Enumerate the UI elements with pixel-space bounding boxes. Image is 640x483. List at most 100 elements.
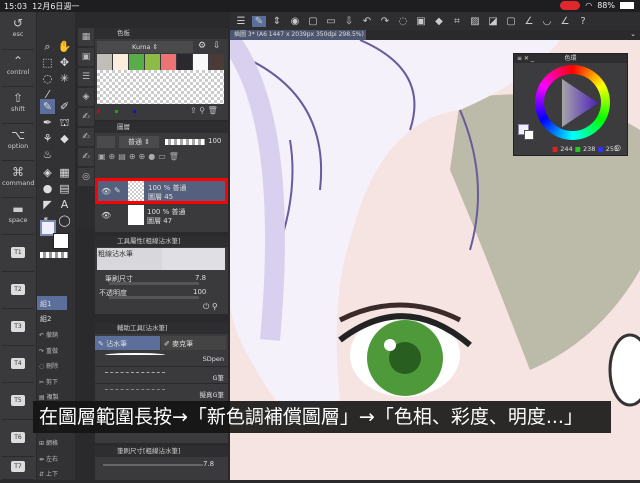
color-swatch[interactable] [161,54,176,70]
clear-icon[interactable]: ▨ [468,16,482,27]
swatch-action-icons[interactable]: ⇪ ⚲ 🗑 [190,106,218,115]
layer-action-icons[interactable]: ▣⊕▤⊕⊕●▭🗑 [98,152,182,161]
import-icon[interactable]: ⇩ [213,41,221,51]
transparent-color-swatch[interactable] [40,252,68,258]
zoom-tool-icon[interactable]: ⌕ [40,39,55,54]
brush-settings-icon-3[interactable]: ✍ [78,148,94,166]
space-key[interactable]: ▬ space [2,198,34,235]
brush-item[interactable]: 擬真G筆 [95,385,228,401]
color-swatch[interactable] [193,54,208,70]
color-swatch[interactable] [209,54,224,70]
brush-size-slider[interactable] [109,282,199,285]
saturation-triangle[interactable] [535,65,610,140]
brush-settings-icon-2[interactable]: ✍ [78,128,94,146]
brush-size-value[interactable]: 7.8 [203,460,214,468]
eraser-icon[interactable]: ◆ [57,131,72,146]
t7-key[interactable]: T7 [2,457,34,480]
eye-icon[interactable]: 👁 [101,211,111,220]
sub-color-swatch[interactable] [524,130,534,140]
pen-tool-icon[interactable]: ✎ [40,99,55,114]
lasso-tool-icon[interactable]: ◌ [40,71,55,86]
hue-ring[interactable] [535,65,610,140]
fill-icon[interactable]: ◈ [40,165,55,180]
sub-view-icon[interactable]: ▣ [78,48,94,66]
esc-key[interactable]: ↺ esc [2,12,34,50]
save-icon[interactable]: ⇩ [342,16,356,27]
color-swatch[interactable] [177,54,192,70]
chevron-down-icon[interactable]: ⌄ [630,30,636,38]
group-1[interactable]: 組1 [37,296,67,310]
pen-ruler-icon[interactable]: ∠ [558,16,572,27]
figure-icon[interactable]: ● [40,181,55,196]
gradient-icon[interactable]: ▦ [57,165,72,180]
redo-icon[interactable]: ↷ [378,16,392,27]
cut-command[interactable]: ✂ 剪下 [39,375,59,391]
opacity-slider[interactable] [165,139,205,145]
blend-mode-select[interactable]: 普通 ⇕ [119,136,159,148]
frame-icon[interactable]: ▤ [57,181,72,196]
layer-color-select[interactable] [97,136,115,148]
layers-icon[interactable]: ◈ [78,88,94,106]
undo-icon[interactable]: ↶ [360,16,374,27]
document-tab[interactable]: 插圖 3* (A6 1447 x 2039px 350dpi 298.5%) [230,30,366,40]
sub-color-swatch[interactable] [53,233,69,249]
companion-icon[interactable]: ◉ [288,16,302,27]
color-swatch[interactable] [113,54,128,70]
hand-tool-icon[interactable]: ✋ [57,39,72,54]
pencil-tool-icon[interactable]: ✐ [57,99,72,114]
shift-key[interactable]: ⇧ shift [2,87,34,124]
t1-key[interactable]: T1 [2,235,34,272]
layer-property-icon[interactable]: ☰ [78,68,94,86]
magic-wand-icon[interactable]: ✳ [57,71,72,86]
airbrush-icon[interactable]: ⛫ [57,115,72,130]
copy-icon[interactable]: ▣ [414,16,428,27]
help-icon[interactable]: ? [576,16,590,27]
text-icon[interactable]: A [57,197,72,212]
move-tool-icon[interactable]: ✥ [57,55,72,70]
brush-tool-icon[interactable]: ✒ [40,115,55,130]
tone-icon[interactable]: ◪ [486,16,500,27]
toggle-icon[interactable]: ⇕ [270,16,284,27]
tab-layer[interactable]: 圖層 [95,122,228,133]
blend-tool-icon[interactable]: ♨ [40,147,55,162]
deselect-icon[interactable]: ◌ [396,16,410,27]
mesh-command[interactable]: ⊞ 網格 [39,436,59,452]
delete-command[interactable]: ◌ 刪除 [39,359,59,375]
color-swatch[interactable] [97,54,112,70]
decoration-icon[interactable]: ⚘ [40,131,55,146]
brush-item[interactable]: SDpen [95,351,228,367]
t3-key[interactable]: T3 [2,309,34,346]
fill-icon[interactable]: ◆ [432,16,446,27]
option-key[interactable]: ⌥ option [2,124,34,161]
layer-row[interactable]: 👁 100 % 普通 圖層 47 [95,205,228,229]
t2-key[interactable]: T2 [2,272,34,309]
flip-horizontal-command[interactable]: ⇹ 左右 [39,452,59,468]
material-icon[interactable]: ◎ [78,168,94,186]
color-swatch[interactable] [145,54,160,70]
opacity-slider[interactable] [109,296,199,299]
navigator-icon[interactable]: ▦ [78,28,94,46]
tab-color-set[interactable]: 色板 [95,28,228,39]
brush-item[interactable]: G筆 [95,368,228,384]
layer-row-selected[interactable]: 👁 ✎ 100 % 普通 圖層 45 [95,178,228,204]
color-swatch[interactable] [129,54,144,70]
border-icon[interactable]: ▢ [504,16,518,27]
layer-opacity[interactable]: 100 [208,137,221,145]
smooth-icon[interactable]: ◡ [540,16,554,27]
open-icon[interactable]: ▭ [324,16,338,27]
wrench-icon[interactable]: ⏻ ⚲ [203,302,218,312]
balloon-icon[interactable]: ◯ [57,213,72,228]
color-set-select[interactable]: Kuma ⇕ [97,41,193,53]
t6-key[interactable]: T6 [2,420,34,457]
t4-key[interactable]: T4 [2,346,34,383]
group-2[interactable]: 組2 [37,311,67,325]
t5-key[interactable]: T5 [2,383,34,420]
ruler-icon[interactable]: ◤ [40,197,55,212]
ruler-icon[interactable]: ∠ [522,16,536,27]
brush-size-value[interactable]: 7.8 [195,274,206,282]
opacity-value[interactable]: 100 [193,288,206,296]
edit-mode-icon[interactable]: ✎ [252,15,266,27]
command-key[interactable]: ⌘ command [2,161,34,198]
menu-icon[interactable]: ☰ [234,16,248,27]
control-key[interactable]: ⌃ control [2,50,34,87]
